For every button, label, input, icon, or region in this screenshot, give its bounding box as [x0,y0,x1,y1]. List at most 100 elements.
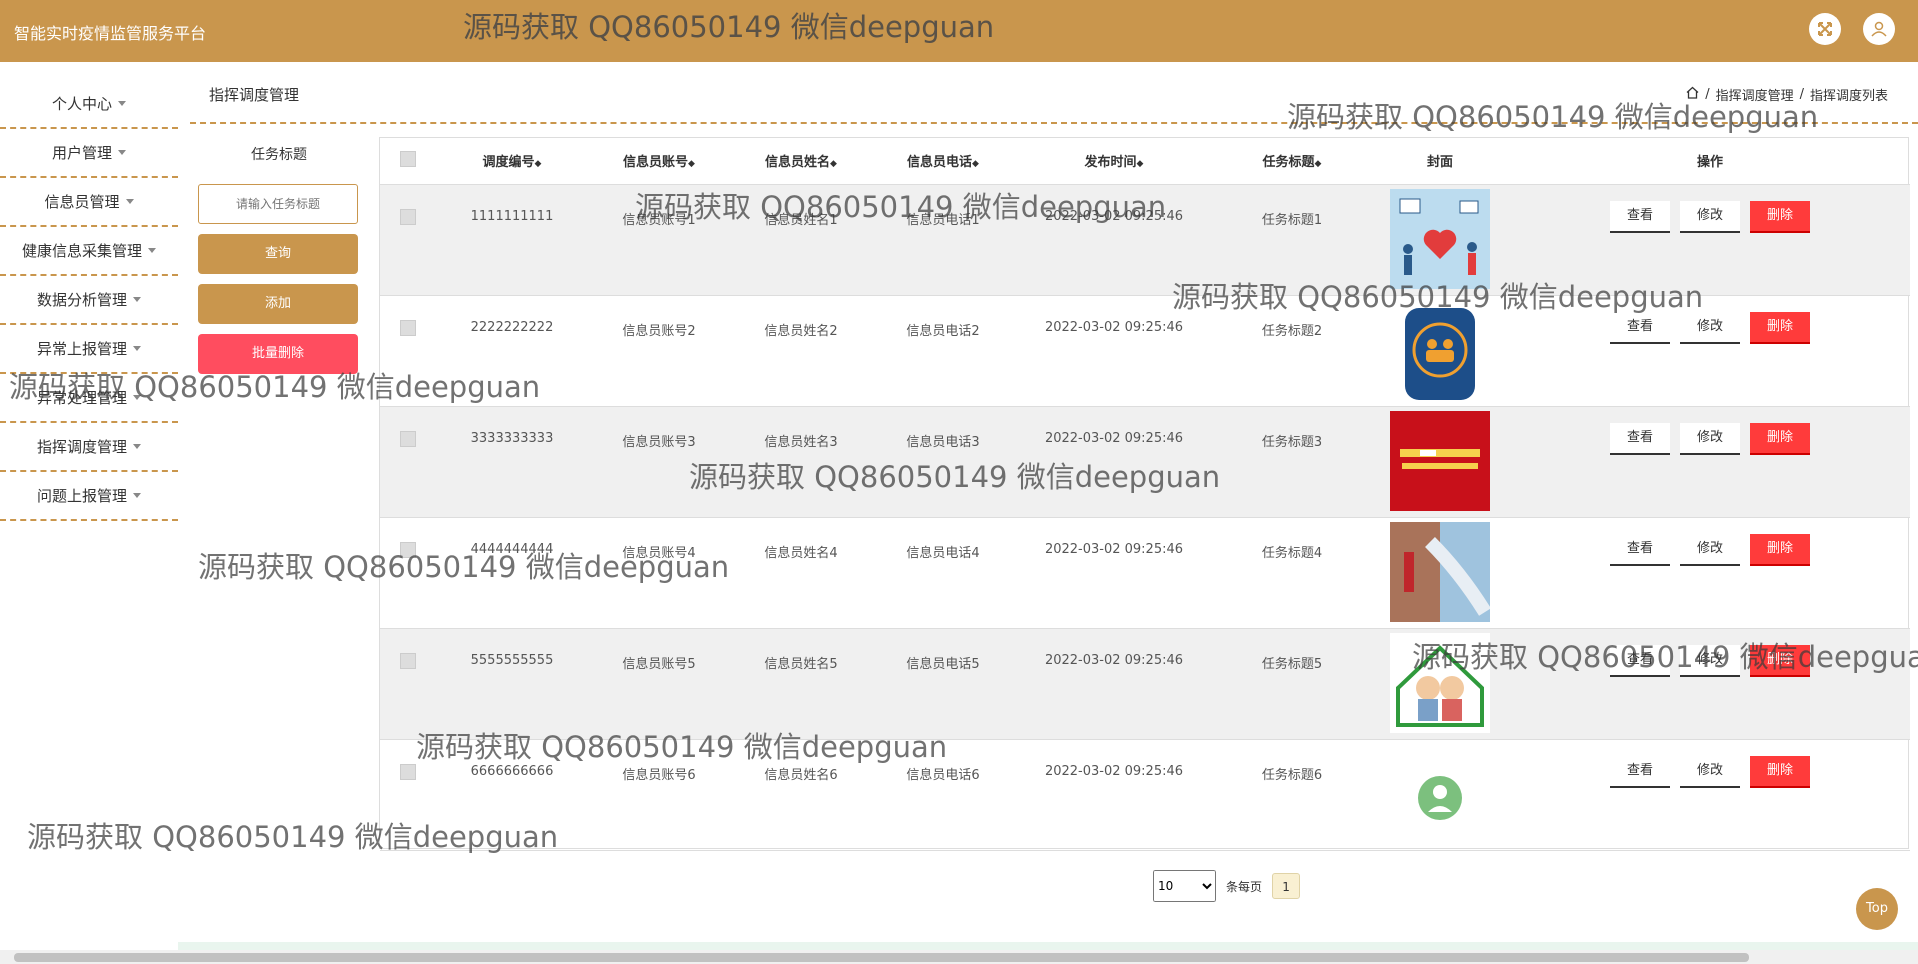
delete-button[interactable]: 删除 [1750,311,1810,344]
sidebar-item-label: 个人中心 [51,95,112,113]
select-all-header [380,138,436,185]
chevron-down-icon [118,150,126,155]
view-button[interactable]: 查看 [1610,311,1670,344]
row-checkbox[interactable] [400,763,416,780]
back-to-top-button[interactable]: Top [1856,888,1898,930]
cell-time: 2022-03-02 09:25:46 [1014,517,1214,629]
horizontal-scrollbar[interactable] [0,942,1918,964]
sidebar-item-label: 问题上报管理 [36,487,127,505]
breadcrumb-item: 指挥调度列表 [1809,89,1888,104]
column-header[interactable]: 发布时间◆ [1014,138,1214,185]
column-header[interactable]: 信息员电话◆ [872,138,1014,185]
fullscreen-icon[interactable] [1809,13,1841,45]
sidebar-item-data-analysis[interactable]: 数据分析管理 [0,276,178,325]
watermark: 源码获取 QQ86050149 微信deepguan [689,460,1221,494]
task-title-input[interactable] [198,184,358,224]
column-header: 封面 [1370,138,1510,185]
delete-button[interactable]: 删除 [1750,200,1810,233]
chevron-down-icon [133,297,141,302]
column-header: 操作 [1510,138,1910,185]
sidebar-item-label: 异常上报管理 [36,340,127,358]
sort-icon: ◆ [972,159,979,170]
cell-title: 任务标题5 [1214,628,1370,740]
sidebar-item-dispatch[interactable]: 指挥调度管理 [0,423,178,472]
app-title: 智能实时疫情监管服务平台 [14,24,207,43]
scrollbar-thumb[interactable] [14,953,1749,962]
cover-image [1390,521,1490,622]
sidebar: 个人中心 用户管理 信息员管理 健康信息采集管理 数据分析管理 异常上报管理 异… [0,80,178,521]
watermark: 源码获取 QQ86050149 微信deepguan [1287,100,1819,134]
row-checkbox[interactable] [400,430,416,447]
chevron-down-icon [148,248,156,253]
watermark: 源码获取 QQ86050149 微信deepguan [416,730,948,764]
watermark: 源码获取 QQ86050149 微信deepguan [27,820,559,854]
sidebar-item-health-info[interactable]: 健康信息采集管理 [0,227,178,276]
sidebar-item-users[interactable]: 用户管理 [0,129,178,178]
sidebar-item-label: 指挥调度管理 [36,438,127,456]
watermark: 源码获取 QQ86050149 微信deepguan [198,550,730,584]
footer-strip [178,942,1918,950]
filter-panel: 任务标题 查询 添加 批量删除 [198,140,360,374]
edit-button[interactable]: 修改 [1680,422,1740,455]
chevron-down-icon [118,101,126,106]
sort-icon: ◆ [688,159,695,170]
cell-time: 2022-03-02 09:25:46 [1014,628,1214,740]
cell-name: 信息员姓名5 [730,628,872,740]
cell-phone: 信息员电话5 [872,628,1014,740]
user-icon[interactable] [1863,13,1895,45]
table-header-row: 调度编号◆ 信息员账号◆ 信息员姓名◆ 信息员电话◆ 发布时间◆ 任务标题◆ 封… [380,138,1910,185]
sidebar-item-informants[interactable]: 信息员管理 [0,178,178,227]
edit-button[interactable]: 修改 [1680,311,1740,344]
column-header[interactable]: 任务标题◆ [1214,138,1370,185]
edit-button[interactable]: 修改 [1680,200,1740,233]
watermark: 源码获取 QQ86050149 微信deepguan [1412,640,1918,674]
row-checkbox[interactable] [400,319,416,336]
cell-name: 信息员姓名2 [730,295,872,407]
page-number-button[interactable]: 1 [1272,873,1301,899]
view-button[interactable]: 查看 [1610,533,1670,566]
sidebar-item-label: 用户管理 [51,144,112,162]
edit-button[interactable]: 修改 [1680,755,1740,788]
cover-image [1390,410,1490,511]
cover-image [1418,775,1462,820]
cell-id: 3333333333 [436,406,588,518]
add-button[interactable]: 添加 [198,284,358,324]
cell-title: 任务标题6 [1214,739,1370,851]
chevron-down-icon [133,346,141,351]
view-button[interactable]: 查看 [1610,755,1670,788]
delete-button[interactable]: 删除 [1750,755,1810,788]
delete-button[interactable]: 删除 [1750,533,1810,566]
watermark: 源码获取 QQ86050149 微信deepguan [9,370,541,404]
view-button[interactable]: 查看 [1610,200,1670,233]
watermark: 源码获取 QQ86050149 微信deepguan [1172,280,1704,314]
task-title-label: 任务标题 [251,147,307,163]
sidebar-item-problem-report[interactable]: 问题上报管理 [0,472,178,521]
column-header[interactable]: 信息员账号◆ [588,138,730,185]
select-all-checkbox[interactable] [400,150,416,167]
sidebar-item-label: 数据分析管理 [36,291,127,309]
row-checkbox[interactable] [400,208,416,225]
edit-button[interactable]: 修改 [1680,533,1740,566]
row-checkbox[interactable] [400,652,416,669]
cell-id: 1111111111 [436,184,588,296]
pagination: 10 条每页 1 [1153,870,1301,902]
view-button[interactable]: 查看 [1610,422,1670,455]
cell-time: 2022-03-02 09:25:46 [1014,739,1214,851]
column-header[interactable]: 调度编号◆ [436,138,588,185]
cell-account: 信息员账号5 [588,628,730,740]
cell-account: 信息员账号2 [588,295,730,407]
page-size-select[interactable]: 10 [1153,870,1216,902]
sidebar-item-personal-center[interactable]: 个人中心 [0,80,178,129]
search-button[interactable]: 查询 [198,234,358,274]
sort-icon: ◆ [830,159,837,170]
page-title: 指挥调度管理 [209,86,300,104]
column-header[interactable]: 信息员姓名◆ [730,138,872,185]
delete-button[interactable]: 删除 [1750,422,1810,455]
watermark: 源码获取 QQ86050149 微信deepguan [635,190,1167,224]
cell-name: 信息员姓名4 [730,517,872,629]
cell-title: 任务标题3 [1214,406,1370,518]
sort-icon: ◆ [1136,159,1144,170]
watermark: 源码获取 QQ86050149 微信deepguan [463,10,995,44]
cell-phone: 信息员电话4 [872,517,1014,629]
sidebar-item-label: 健康信息采集管理 [21,242,142,260]
